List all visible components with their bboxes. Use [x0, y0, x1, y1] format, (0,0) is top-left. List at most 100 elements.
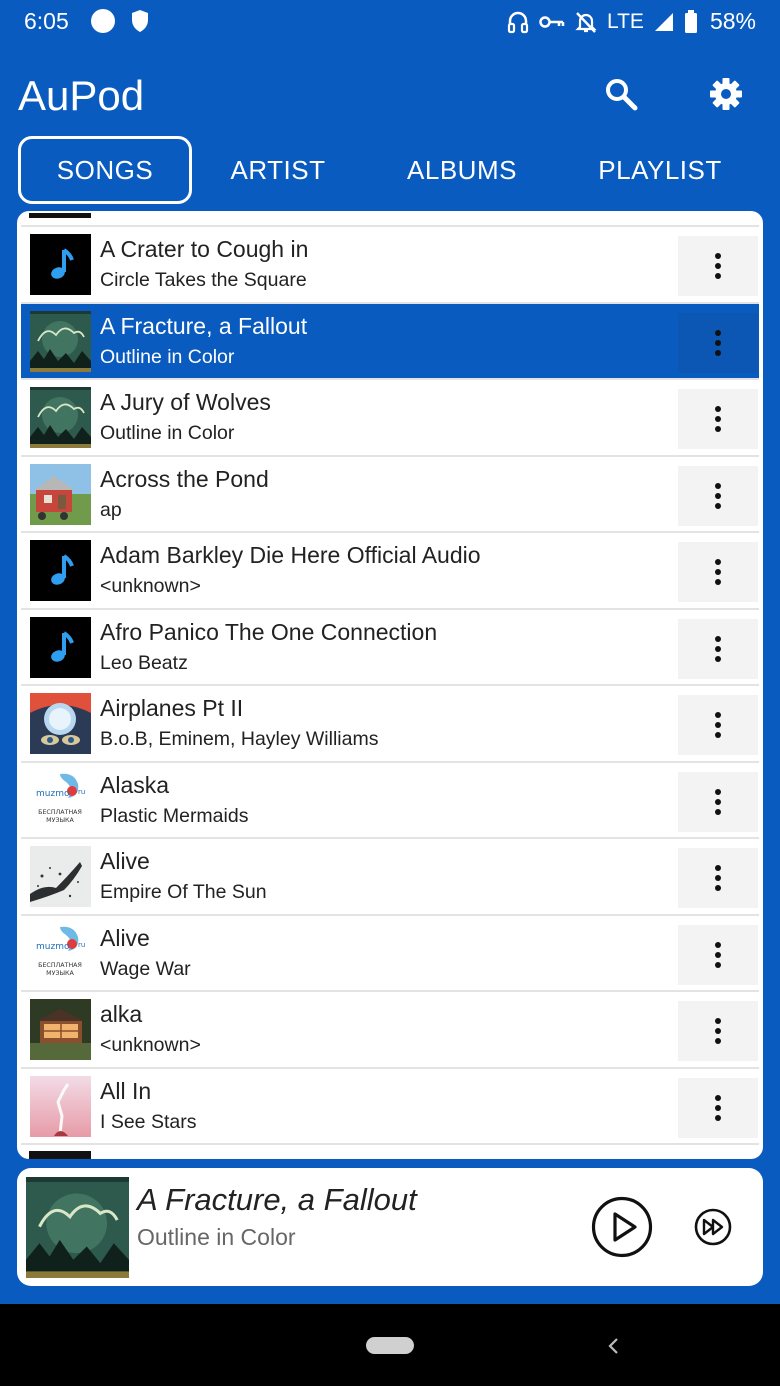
- song-artist: Wage War: [100, 957, 191, 980]
- more-options-button[interactable]: [678, 389, 758, 449]
- svg-text:МУЗЫКА: МУЗЫКА: [46, 970, 74, 977]
- network-type: LTE: [606, 9, 644, 33]
- song-row[interactable]: muzmo ru БЕСПЛАТНАЯ МУЗЫКА Alaska Plastic Mer…: [21, 763, 759, 839]
- album-art: [30, 616, 91, 678]
- svg-text:ru: ru: [78, 788, 85, 796]
- song-row[interactable]: alka <unknown>: [21, 992, 759, 1069]
- album-art: [30, 463, 91, 525]
- svg-text:ru: ru: [78, 941, 85, 949]
- status-bar: 6:05 LTE 58%: [0, 0, 780, 44]
- tab-bar: SONGS ARTIST ALBUMS PLAYLIST: [18, 136, 762, 204]
- song-title: Afro Panico The One Connection: [100, 618, 438, 645]
- album-art: muzmo ru БЕСПЛАТНАЯ МУЗЫКА: [30, 769, 91, 831]
- partial-album-art: [29, 213, 91, 218]
- search-button[interactable]: [601, 74, 641, 114]
- song-title: Adam Barkley Die Here Official Audio: [100, 542, 481, 568]
- tab-artist[interactable]: ARTIST: [198, 136, 358, 204]
- song-title: alka: [100, 1001, 143, 1027]
- tab-playlist[interactable]: PLAYLIST: [568, 136, 752, 204]
- song-title: A Jury of Wolves: [100, 389, 271, 415]
- more-vert-icon: [715, 788, 721, 815]
- song-row[interactable]: A Jury of Wolves Outline in Color: [21, 380, 759, 457]
- song-title: All In: [100, 1077, 152, 1104]
- search-icon: [606, 79, 638, 111]
- album-art: [30, 693, 91, 754]
- app-title: AuPod: [18, 72, 145, 119]
- song-row[interactable]: Adam Barkley Die Here Official Audio <unk…: [21, 533, 759, 610]
- battery-icon: [684, 9, 697, 33]
- song-row[interactable]: All In I See Stars: [21, 1069, 759, 1145]
- now-playing-bar[interactable]: A Fracture, a Fallout Outline in Color: [17, 1168, 763, 1286]
- song-row[interactable]: muzmo ru БЕСПЛАТНАЯ МУЗЫКА Alive Wage War: [21, 916, 759, 992]
- more-vert-icon: [715, 559, 721, 585]
- system-nav-bar: [0, 1304, 780, 1386]
- settings-button[interactable]: [706, 74, 746, 114]
- now-playing-title: A Fracture, a Fallout: [137, 1182, 417, 1217]
- song-list[interactable]: A Crater to Cough in Circle Takes the Squ…: [17, 211, 763, 1159]
- more-options-button[interactable]: [678, 695, 758, 755]
- album-art: [30, 234, 91, 295]
- more-vert-icon: [715, 1018, 721, 1044]
- more-options-button[interactable]: [678, 771, 758, 832]
- status-time: 6:05: [24, 8, 69, 34]
- song-artist: Circle Takes the Square: [100, 269, 307, 291]
- signal-icon: [654, 12, 673, 31]
- headphones-icon: [507, 11, 529, 33]
- notifications-off-icon: [575, 11, 597, 33]
- song-row[interactable]: Across the Pond ap: [21, 457, 759, 533]
- more-options-button[interactable]: [678, 312, 758, 373]
- song-row[interactable]: Afro Panico The One Connection Leo Beatz: [21, 610, 759, 686]
- more-vert-icon: [715, 329, 721, 356]
- song-title: Across the Pond: [100, 465, 269, 492]
- song-artist: I See Stars: [100, 1110, 197, 1133]
- song-row[interactable]: A Crater to Cough in Circle Takes the Squ…: [21, 227, 759, 304]
- more-vert-icon: [715, 406, 721, 432]
- more-options-button[interactable]: [678, 924, 758, 985]
- album-art: [30, 846, 91, 907]
- svg-text:muzmo: muzmo: [36, 789, 70, 799]
- more-vert-icon: [715, 865, 721, 891]
- song-row[interactable]: Alive Empire Of The Sun: [21, 839, 759, 916]
- circle-icon: [91, 9, 115, 33]
- song-artist: Outline in Color: [100, 345, 235, 368]
- album-art: [30, 310, 91, 372]
- song-artist: ap: [100, 498, 122, 521]
- more-options-button[interactable]: [678, 236, 758, 296]
- svg-text:МУЗЫКА: МУЗЫКА: [46, 817, 74, 824]
- song-title: Alive: [100, 848, 150, 874]
- song-title: Airplanes Pt II: [100, 695, 244, 721]
- more-options-button[interactable]: [678, 618, 758, 679]
- more-vert-icon: [715, 635, 721, 662]
- album-art: [30, 1075, 91, 1137]
- vpn-key-icon: [539, 15, 565, 28]
- more-options-button[interactable]: [678, 1001, 758, 1061]
- now-playing-artist: Outline in Color: [137, 1224, 296, 1250]
- song-title: Alaska: [100, 771, 170, 798]
- tab-songs[interactable]: SONGS: [18, 136, 192, 204]
- song-artist: <unknown>: [100, 575, 201, 597]
- more-options-button[interactable]: [678, 465, 758, 526]
- song-artist: Outline in Color: [100, 422, 235, 444]
- home-pill-icon[interactable]: [366, 1337, 414, 1354]
- back-chevron-icon[interactable]: [604, 1335, 624, 1357]
- more-vert-icon: [715, 253, 721, 279]
- album-art: [30, 540, 91, 601]
- song-row[interactable]: A Fracture, a Fallout Outline in Color: [21, 303, 759, 380]
- fast-forward-icon[interactable]: [694, 1208, 732, 1246]
- battery-percent: 58%: [709, 8, 756, 34]
- more-vert-icon: [715, 1094, 721, 1121]
- shield-icon: [132, 10, 148, 32]
- song-title: A Crater to Cough in: [100, 236, 309, 262]
- more-options-button[interactable]: [678, 542, 758, 602]
- more-options-button[interactable]: [678, 848, 758, 908]
- song-row[interactable]: Airplanes Pt II B.o.B, Eminem, Hayley Wil…: [21, 686, 759, 763]
- more-vert-icon: [715, 482, 721, 509]
- song-artist: <unknown>: [100, 1034, 201, 1056]
- song-rows: A Crater to Cough in Circle Takes the Squ…: [21, 227, 759, 1145]
- play-icon[interactable]: [591, 1196, 653, 1258]
- partial-album-art: [29, 1151, 91, 1159]
- svg-text:БЕСПЛАТНАЯ: БЕСПЛАТНАЯ: [38, 809, 82, 816]
- tab-albums[interactable]: ALBUMS: [378, 136, 546, 204]
- status-icons: LTE 58%: [507, 8, 756, 35]
- more-options-button[interactable]: [678, 1077, 758, 1138]
